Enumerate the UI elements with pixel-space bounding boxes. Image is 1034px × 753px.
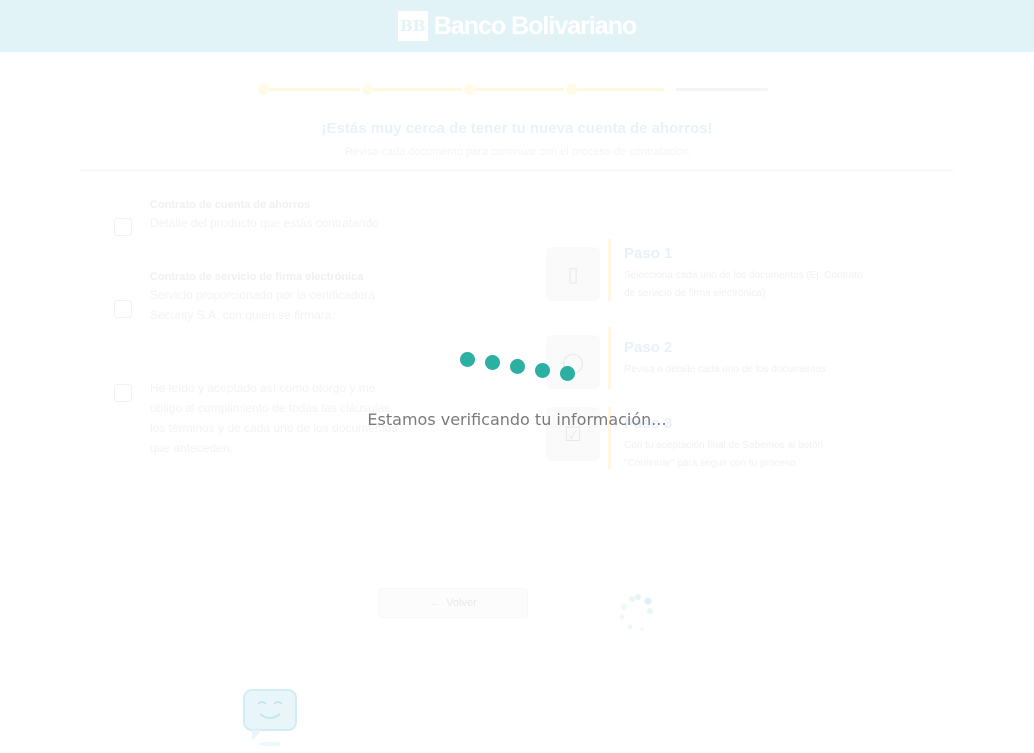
loader-dot xyxy=(560,366,575,381)
loading-overlay: Estamos verificando tu información... xyxy=(0,0,1034,753)
loader-dot xyxy=(510,359,525,374)
loader-dot xyxy=(535,363,550,378)
page: BB Banco Bolivariano ¡Estás muy cerca de… xyxy=(0,0,1034,753)
loader-dot xyxy=(485,355,500,370)
loader-dot xyxy=(460,352,475,367)
loading-message: Estamos verificando tu información... xyxy=(367,410,667,429)
